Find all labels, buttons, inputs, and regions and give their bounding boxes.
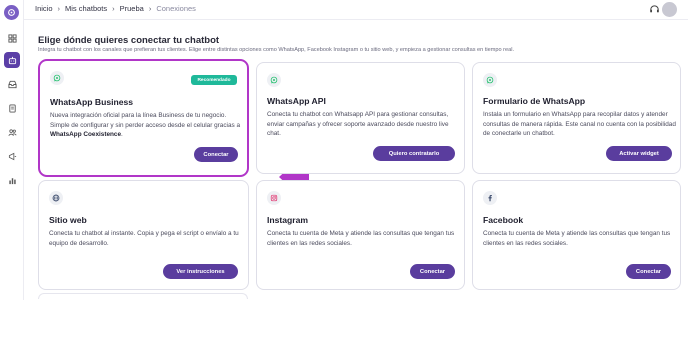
whatsapp-icon: [483, 73, 497, 87]
breadcrumb-chatbots[interactable]: Mis chatbots: [65, 4, 107, 13]
card-whatsapp-api[interactable]: WhatsApp API Conecta tu chatbot con What…: [256, 62, 465, 174]
card-title: WhatsApp API: [267, 96, 326, 106]
card-website[interactable]: Sitio web Conecta tu chatbot al instante…: [38, 180, 249, 290]
avatar[interactable]: [662, 2, 677, 17]
breadcrumb-current: Conexiones: [156, 4, 196, 13]
subscribe-button[interactable]: Quiero contratarlo: [373, 146, 455, 161]
dashboard-icon[interactable]: [4, 30, 20, 46]
breadcrumb-separator: ›: [112, 4, 115, 13]
card-facebook[interactable]: Facebook Conecta tu cuenta de Meta y ati…: [472, 180, 681, 290]
card-description: Conecta tu chatbot con Whatsapp API para…: [267, 111, 449, 138]
globe-icon: [49, 191, 63, 205]
document-icon[interactable]: [4, 100, 20, 116]
users-icon[interactable]: [4, 124, 20, 140]
card-description-bold: WhatsApp Coexistence: [50, 131, 122, 139]
card-whatsapp-form[interactable]: Formulario de WhatsApp Instala un formul…: [472, 62, 681, 174]
topbar: Inicio › Mis chatbots › Prueba › Conexio…: [24, 0, 688, 20]
breadcrumb: Inicio › Mis chatbots › Prueba › Conexio…: [35, 4, 196, 13]
breadcrumb-home[interactable]: Inicio: [35, 4, 53, 13]
breadcrumb-separator: ›: [148, 4, 152, 13]
card-description-end: .: [121, 131, 123, 139]
card-description: Instala un formulario en WhatsApp para r…: [483, 111, 676, 138]
facebook-icon: [483, 191, 497, 205]
whatsapp-icon: [50, 71, 64, 85]
card-title: WhatsApp Business: [50, 97, 134, 107]
card-description: Nueva integración oficial para la línea …: [50, 111, 245, 140]
logo-icon[interactable]: [4, 5, 19, 20]
breadcrumb-bot[interactable]: Prueba: [120, 4, 144, 13]
whatsapp-icon: [267, 73, 281, 87]
card-description-text: Nueva integración oficial para la línea …: [50, 112, 241, 129]
card-whatsapp-business[interactable]: Recomendado WhatsApp Business Nueva inte…: [38, 59, 249, 177]
inbox-icon[interactable]: [4, 76, 20, 92]
card-instagram[interactable]: Instagram Conecta tu cuenta de Meta y at…: [256, 180, 465, 290]
campaign-icon[interactable]: [4, 148, 20, 164]
sidebar: [0, 0, 24, 300]
card-description: Conecta tu cuenta de Meta y atiende las …: [483, 230, 671, 247]
page-title: Elige dónde quieres conectar tu chatbot: [38, 35, 220, 46]
analytics-icon[interactable]: [4, 172, 20, 188]
card-title: Instagram: [267, 215, 309, 225]
card-title: Sitio web: [49, 215, 87, 225]
breadcrumb-separator: ›: [57, 4, 61, 13]
card-title: Formulario de WhatsApp: [483, 96, 586, 106]
connect-button[interactable]: Conectar: [194, 147, 238, 162]
next-card-edge: [38, 293, 248, 299]
connect-button[interactable]: Conectar: [626, 264, 671, 279]
activate-widget-button[interactable]: Activar widget: [606, 146, 672, 161]
page-subtitle: Integra tu chatbot con los canales que p…: [38, 47, 515, 53]
view-instructions-button[interactable]: Ver instrucciones: [163, 264, 238, 279]
card-description: Conecta tu chatbot al instante. Copia y …: [49, 230, 239, 247]
instagram-icon: [267, 191, 281, 205]
card-description: Conecta tu cuenta de Meta y atiende las …: [267, 230, 455, 247]
connect-button[interactable]: Conectar: [410, 264, 455, 279]
card-title: Facebook: [483, 215, 524, 225]
recommended-badge: Recomendado: [191, 75, 237, 85]
support-icon[interactable]: [649, 4, 660, 15]
chatbot-icon[interactable]: [4, 52, 20, 68]
main-content: Elige dónde quieres conectar tu chatbot …: [24, 21, 688, 301]
